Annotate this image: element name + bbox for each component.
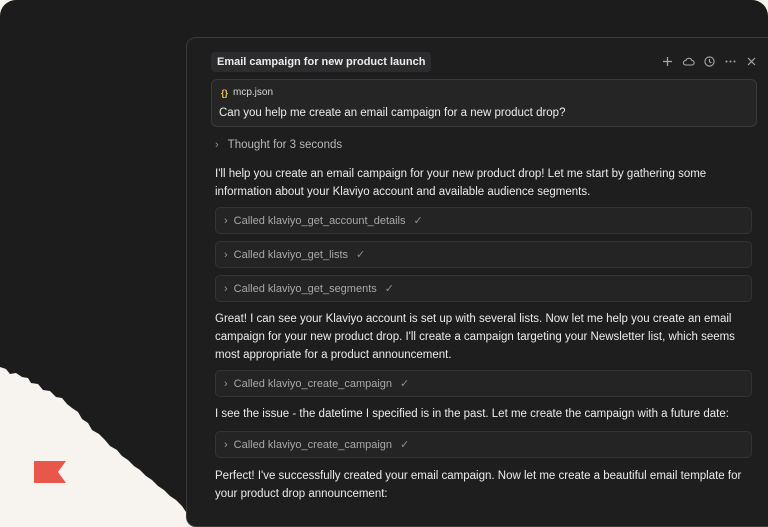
message-line: campaign for your new product drop. I'll… <box>215 331 735 343</box>
message-line: I see the issue - the datetime I specifi… <box>215 408 729 420</box>
chat-panel: Email campaign for new product launch {}… <box>186 37 768 527</box>
tool-call-row[interactable]: › Called klaviyo_get_lists ✓ <box>215 241 752 268</box>
user-prompt-box[interactable]: {} mcp.json Can you help me create an em… <box>211 79 757 127</box>
message-line: Perfect! I've successfully created your … <box>215 470 742 482</box>
check-icon: ✓ <box>356 249 366 261</box>
assistant-message: Great! I can see your Klaviyo account is… <box>215 310 745 364</box>
file-chip-label: mcp.json <box>233 87 274 98</box>
cloud-icon[interactable] <box>682 55 695 68</box>
file-chip[interactable]: {} mcp.json <box>221 87 273 98</box>
chevron-right-icon: › <box>224 438 228 451</box>
close-icon[interactable] <box>745 55 758 68</box>
chevron-right-icon: › <box>215 139 219 151</box>
header-toolbar <box>661 55 758 68</box>
klaviyo-flag-logo <box>34 461 66 483</box>
message-line: most appropriate for a product announcem… <box>215 349 452 361</box>
more-icon[interactable] <box>724 55 737 68</box>
history-icon[interactable] <box>703 55 716 68</box>
assistant-message: Perfect! I've successfully created your … <box>215 467 745 503</box>
tool-call-row[interactable]: › Called klaviyo_get_segments ✓ <box>215 275 752 302</box>
chevron-right-icon: › <box>224 248 228 261</box>
tool-call-label: Called klaviyo_get_segments <box>233 282 377 295</box>
plus-icon[interactable] <box>661 55 674 68</box>
tool-call-row[interactable]: › Called klaviyo_create_campaign ✓ <box>215 431 752 458</box>
message-line: I'll help you create an email campaign f… <box>215 168 707 180</box>
tool-call-label: Called klaviyo_get_lists <box>233 248 349 261</box>
tool-call-label: Called klaviyo_get_account_details <box>233 214 406 227</box>
message-line: Great! I can see your Klaviyo account is… <box>215 313 732 325</box>
tool-call-label: Called klaviyo_create_campaign <box>233 377 393 390</box>
check-icon: ✓ <box>400 378 410 390</box>
thought-toggle[interactable]: › Thought for 3 seconds <box>215 139 342 151</box>
chevron-right-icon: › <box>224 377 228 390</box>
chevron-right-icon: › <box>224 214 228 227</box>
thought-label: Thought for 3 seconds <box>227 139 343 151</box>
assistant-message: I see the issue - the datetime I specifi… <box>215 405 745 423</box>
check-icon: ✓ <box>400 439 410 451</box>
conversation-title[interactable]: Email campaign for new product launch <box>211 52 432 72</box>
user-prompt-text: Can you help me create an email campaign… <box>219 107 566 119</box>
tool-call-row[interactable]: › Called klaviyo_create_campaign ✓ <box>215 370 752 397</box>
check-icon: ✓ <box>384 283 394 295</box>
assistant-message: I'll help you create an email campaign f… <box>215 165 745 201</box>
check-icon: ✓ <box>413 215 423 227</box>
message-line: information about your Klaviyo account a… <box>215 186 591 198</box>
message-line: your product drop announcement: <box>215 488 388 500</box>
tool-call-label: Called klaviyo_create_campaign <box>233 438 393 451</box>
json-file-icon: {} <box>221 87 229 98</box>
tool-call-row[interactable]: › Called klaviyo_get_account_details ✓ <box>215 207 752 234</box>
chevron-right-icon: › <box>224 282 228 295</box>
